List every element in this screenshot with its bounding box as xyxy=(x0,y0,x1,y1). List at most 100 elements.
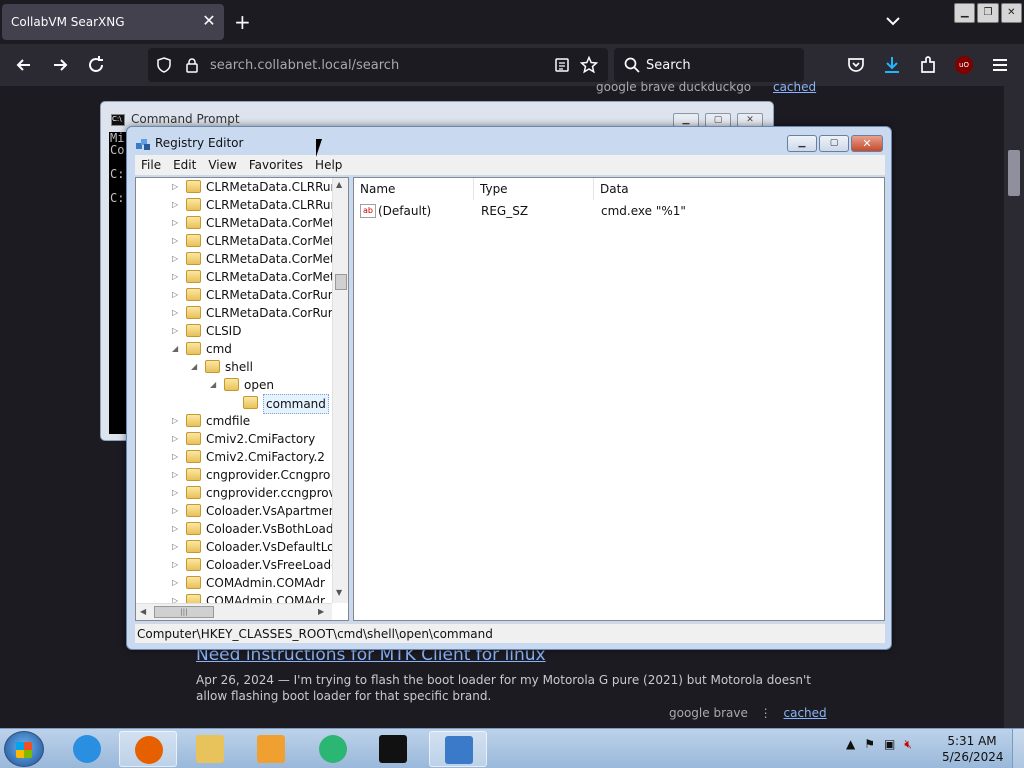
menu-help[interactable]: Help xyxy=(309,155,348,175)
reader-view-icon[interactable] xyxy=(554,57,570,73)
tab-searxng[interactable]: CollabVM SearXNG ✕ xyxy=(2,4,224,40)
scroll-up-icon[interactable]: ▲ xyxy=(336,180,342,189)
downloads-icon[interactable] xyxy=(882,55,902,75)
taskbar-media-player-button[interactable] xyxy=(242,731,300,767)
tree-vertical-scrollbar[interactable]: ▲ ▼ xyxy=(332,178,348,603)
expand-arrow-icon[interactable]: ▷ xyxy=(172,322,178,340)
taskbar-collab-app-button[interactable] xyxy=(304,731,362,767)
expand-arrow-icon[interactable]: ▷ xyxy=(172,574,178,592)
tree-node[interactable]: ◢ cmd xyxy=(136,340,332,358)
tree-node[interactable]: ▷ CLRMetaData.CorMet xyxy=(136,214,335,232)
taskbar-file-explorer-button[interactable] xyxy=(181,731,239,767)
tree-node[interactable]: ▷ Coloader.VsBothLoad xyxy=(136,520,334,538)
collapse-arrow-icon[interactable]: ◢ xyxy=(172,340,178,358)
restore-icon[interactable]: ❐ xyxy=(977,3,999,23)
close-tab-icon[interactable]: ✕ xyxy=(200,12,218,30)
tree-node[interactable]: ▷ Coloader.VsFreeLoade xyxy=(136,556,339,574)
tree-node[interactable]: ▷ CLRMetaData.CorMet xyxy=(136,250,335,268)
values-pane[interactable]: Name Type Data ab (Default) REG_SZ cmd.e… xyxy=(353,177,885,621)
menu-favorites[interactable]: Favorites xyxy=(243,155,309,175)
expand-arrow-icon[interactable]: ▷ xyxy=(172,268,178,286)
close-icon[interactable]: ✕ xyxy=(1000,3,1022,23)
expand-arrow-icon[interactable]: ▷ xyxy=(172,502,178,520)
tree-node[interactable]: ▷ CLSID xyxy=(136,322,332,340)
regedit-maximize-icon[interactable]: ▢ xyxy=(819,135,849,152)
tree-horizontal-scrollbar[interactable]: ◀ ||| ▶ xyxy=(136,603,332,620)
tree-node[interactable]: command xyxy=(136,394,332,414)
url-bar[interactable]: search.collabnet.local/search xyxy=(148,48,608,82)
collapse-arrow-icon[interactable]: ◢ xyxy=(191,358,197,376)
expand-arrow-icon[interactable]: ▷ xyxy=(172,178,178,196)
expand-arrow-icon[interactable]: ▷ xyxy=(172,520,178,538)
tree-node[interactable]: ▷ Cmiv2.CmiFactory xyxy=(136,430,332,448)
expand-arrow-icon[interactable]: ▷ xyxy=(172,196,178,214)
expand-arrow-icon[interactable]: ▷ xyxy=(172,250,178,268)
tree-node[interactable]: ▷ cngprovider.Ccngpro xyxy=(136,466,332,484)
expand-arrow-icon[interactable]: ▷ xyxy=(172,430,178,448)
key-tree-pane[interactable]: ▷ CLRMetaData.CLRRur ▷ CLRMetaData.CLRRur ▷ C… xyxy=(135,177,349,621)
show-desktop-button[interactable] xyxy=(1012,729,1024,768)
value-name[interactable]: (Default) xyxy=(378,202,431,220)
taskbar-firefox-button[interactable] xyxy=(119,731,177,767)
pocket-icon[interactable] xyxy=(846,55,866,75)
expand-arrow-icon[interactable]: ▷ xyxy=(172,538,178,556)
search-bar[interactable]: Search xyxy=(614,48,804,82)
column-header-data[interactable]: Data xyxy=(594,178,884,200)
taskbar-registry-editor-button[interactable] xyxy=(429,731,487,767)
shield-icon[interactable] xyxy=(156,57,172,73)
volume-muted-icon[interactable]: 🔇︎ xyxy=(904,737,912,752)
tree-node[interactable]: ▷ Coloader.VsApartmer xyxy=(136,502,334,520)
expand-arrow-icon[interactable]: ▷ xyxy=(172,466,178,484)
expand-arrow-icon[interactable]: ▷ xyxy=(172,448,178,466)
scroll-right-icon[interactable]: ▶ xyxy=(318,607,324,616)
show-hidden-icons-icon[interactable]: ▲ xyxy=(846,737,855,752)
cmd-minimize-icon[interactable]: ▁ xyxy=(673,113,699,127)
menu-edit[interactable]: Edit xyxy=(167,155,202,175)
tree-node[interactable]: ▷ CLRMetaData.CorMet xyxy=(136,232,335,250)
registry-editor-window[interactable]: Registry Editor ▁ ▢ ✕ File Edit View Fav… xyxy=(126,126,892,650)
list-all-tabs-icon[interactable] xyxy=(884,14,902,28)
tree-node[interactable]: ▷ COMAdmin.COMAdr xyxy=(136,574,332,592)
cached-link[interactable]: cached xyxy=(773,80,816,94)
ublock-origin-icon[interactable]: uO xyxy=(955,56,973,74)
collapse-arrow-icon[interactable]: ◢ xyxy=(210,376,216,394)
taskbar-internet-explorer-button[interactable] xyxy=(58,731,116,767)
tree-node[interactable]: ▷ cmdfile xyxy=(136,412,332,430)
url-text[interactable]: search.collabnet.local/search xyxy=(210,58,399,73)
regedit-close-icon[interactable]: ✕ xyxy=(851,135,883,152)
action-center-flag-icon[interactable]: ⚑ xyxy=(864,737,875,752)
taskbar-command-prompt-button[interactable] xyxy=(364,731,422,767)
search-input[interactable]: Search xyxy=(646,58,691,73)
expand-arrow-icon[interactable]: ▷ xyxy=(172,556,178,574)
tree-node[interactable]: ▷ Cmiv2.CmiFactory.2 xyxy=(136,448,332,466)
page-scrollbar[interactable] xyxy=(1004,86,1024,728)
clock[interactable]: 5:31 AM 5/26/2024 xyxy=(942,733,1004,765)
minimize-icon[interactable]: ▁ xyxy=(954,3,976,23)
scroll-down-icon[interactable]: ▼ xyxy=(336,588,342,597)
start-button[interactable] xyxy=(4,731,44,767)
page-scroll-thumb[interactable] xyxy=(1008,150,1020,196)
menu-file[interactable]: File xyxy=(135,155,167,175)
cached-link[interactable]: cached xyxy=(784,706,827,720)
expand-arrow-icon[interactable]: ▷ xyxy=(172,484,178,502)
forward-icon[interactable] xyxy=(49,54,71,76)
cmd-close-icon[interactable]: ✕ xyxy=(737,113,763,127)
tree-node[interactable]: ▷ CLRMetaData.CLRRur xyxy=(136,196,335,214)
tree-node[interactable]: ▷ CLRMetaData.CorRur xyxy=(136,304,333,322)
extensions-icon[interactable] xyxy=(918,55,938,75)
expand-arrow-icon[interactable]: ▷ xyxy=(172,304,178,322)
hamburger-menu-icon[interactable] xyxy=(990,55,1010,75)
expand-arrow-icon[interactable]: ▷ xyxy=(172,232,178,250)
lock-icon[interactable] xyxy=(184,57,200,73)
tree-node[interactable]: ◢ open xyxy=(136,376,332,394)
tree-node[interactable]: ▷ cngprovider.ccngprov xyxy=(136,484,336,502)
reload-icon[interactable] xyxy=(85,54,107,76)
regedit-minimize-icon[interactable]: ▁ xyxy=(787,135,817,152)
tree-node[interactable]: ▷ CLRMetaData.CorRur xyxy=(136,286,333,304)
tree-node[interactable]: ▷ Coloader.VsDefaultLo xyxy=(136,538,335,556)
tree-node[interactable]: ▷ CLRMetaData.CLRRur xyxy=(136,178,335,196)
back-icon[interactable] xyxy=(13,54,35,76)
new-tab-button[interactable]: + xyxy=(234,10,251,34)
expand-arrow-icon[interactable]: ▷ xyxy=(172,286,178,304)
column-header-type[interactable]: Type xyxy=(474,178,594,200)
